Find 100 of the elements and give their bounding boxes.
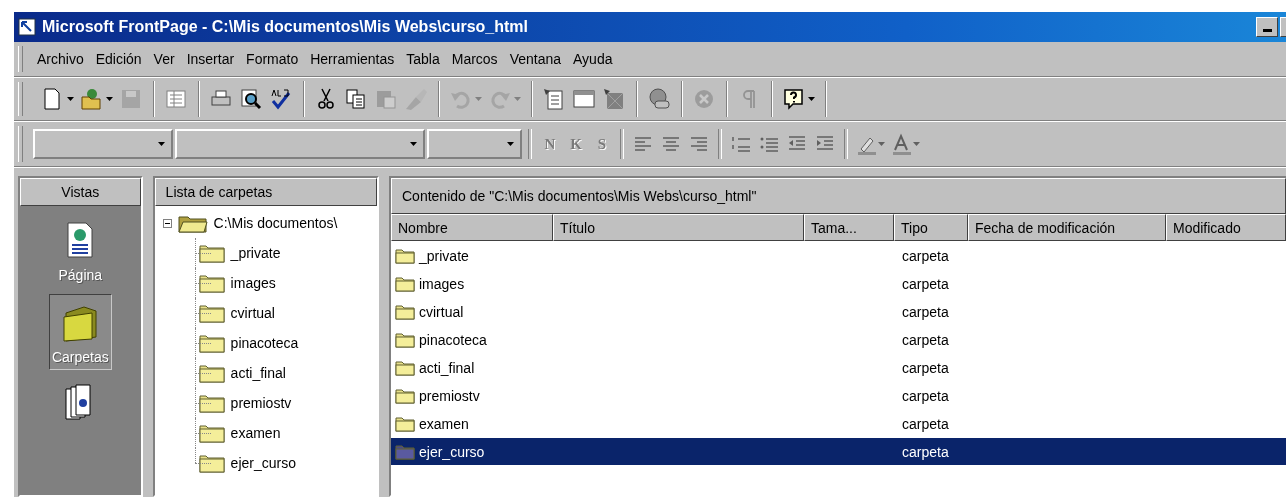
table-row[interactable]: pinacoteca carpeta [391, 326, 1286, 353]
folder-list-icon [164, 87, 188, 111]
menu-item[interactable]: Formato [240, 49, 305, 69]
toolbar-button[interactable] [344, 86, 368, 112]
dropdown-arrow-icon [808, 97, 815, 101]
menu-item[interactable]: Tabla [400, 49, 446, 69]
table-cell-text: carpeta [901, 414, 950, 434]
table-row[interactable]: images carpeta [391, 270, 1286, 297]
window-title: Microsoft FrontPage - C:\Mis documentos\Mis Webs\curso_html [42, 18, 529, 36]
open-folder-icon [80, 87, 104, 111]
folder-icon [395, 415, 415, 432]
font-dropdown[interactable] [175, 129, 425, 159]
image-icon [602, 87, 626, 111]
table-cell: premiostv [419, 387, 480, 404]
folder-icon [395, 247, 415, 264]
toolbar-button[interactable] [269, 86, 293, 112]
table-row[interactable]: acti_final carpeta [391, 354, 1286, 381]
folder-icon [395, 331, 415, 348]
folder-icon [198, 453, 225, 473]
table-row[interactable]: examen carpeta [391, 410, 1286, 437]
help-icon [782, 87, 806, 111]
folder-icon [198, 273, 225, 293]
tree-item[interactable]: premiostv [230, 395, 292, 411]
toolbar-button[interactable] [782, 86, 815, 112]
column-header[interactable]: Modificado [1166, 214, 1286, 241]
menu-item[interactable]: Archivo [31, 49, 90, 69]
table-row[interactable]: _private carpeta [391, 242, 1286, 269]
save-icon [119, 87, 143, 111]
column-header[interactable]: Tama... [804, 214, 894, 241]
style-dropdown[interactable] [33, 129, 173, 159]
column-header[interactable]: Título [553, 214, 804, 241]
menu-item[interactable]: Herramientas [304, 49, 401, 69]
spelling-check-icon [269, 87, 293, 111]
toolbar-button[interactable] [41, 86, 74, 112]
paintbrush-icon [404, 87, 428, 111]
table-cell: _private [419, 247, 469, 264]
tree-item[interactable]: C:\Mis documentos\ [213, 215, 338, 231]
table-cell-text: carpeta [901, 302, 950, 322]
toolbar-button[interactable] [239, 86, 263, 112]
folder-icon [395, 387, 415, 404]
tree-item[interactable]: ejer_curso [230, 455, 296, 471]
dropdown-arrow-icon [67, 97, 74, 101]
menu-item[interactable]: Ventana [503, 49, 567, 69]
folder-icon [198, 243, 225, 263]
table-cell: cvirtual [419, 303, 464, 320]
dropdown-arrow-icon [106, 97, 113, 101]
folder-icon [198, 393, 225, 413]
tree-item[interactable]: cvirtual [230, 305, 275, 321]
table-row[interactable]: cvirtual carpeta [391, 298, 1286, 325]
table-cell-text: carpeta [901, 246, 950, 266]
column-header[interactable]: Tipo [894, 214, 968, 241]
tree-item[interactable]: examen [230, 425, 281, 441]
column-header[interactable]: Fecha de modificación [968, 214, 1166, 241]
view-button[interactable]: Página [52, 212, 109, 288]
menu-item[interactable]: Insertar [180, 49, 241, 69]
table-cell-text: carpeta [901, 386, 950, 406]
pane-header: Contenido de "C:\Mis documentos\Mis Webs\curso_html" [391, 178, 1286, 214]
stop-icon [692, 87, 716, 111]
app-icon [18, 18, 36, 36]
font-size-dropdown[interactable] [427, 129, 522, 159]
tree-item[interactable]: _private [230, 245, 281, 261]
dropdown-arrow-icon [878, 142, 885, 146]
dropdown-arrow-icon [913, 142, 920, 146]
tree-item[interactable]: images [230, 275, 276, 291]
table-cell-text: carpeta [901, 442, 950, 462]
table-cell: images [419, 275, 465, 292]
dropdown-arrow-icon [514, 97, 521, 101]
component-icon [542, 87, 566, 111]
tree-item[interactable]: acti_final [230, 365, 286, 381]
table-cell: acti_final [419, 359, 475, 376]
pane-header: Lista de carpetas [154, 178, 377, 206]
dropdown-arrow-icon [158, 142, 165, 146]
open-folder-icon [177, 213, 208, 233]
folder-icon [395, 303, 415, 320]
table-cell: ejer_curso [419, 443, 485, 460]
folder-icon [198, 423, 225, 443]
font-color-icon [891, 133, 913, 155]
dropdown-arrow-icon [475, 97, 482, 101]
table-row[interactable]: ejer_curso carpeta [391, 438, 1286, 465]
minimize-button[interactable] [1256, 17, 1278, 37]
menu-item[interactable]: Marcos [445, 49, 504, 69]
folder-icon [395, 275, 415, 292]
table-cell-text: carpeta [901, 274, 950, 294]
folder-icon [395, 359, 415, 376]
folder-icon [395, 443, 415, 460]
menu-item[interactable]: Ver [147, 49, 181, 69]
magnifier-icon [239, 87, 263, 111]
folder-icon [198, 333, 225, 353]
tree-item[interactable]: pinacoteca [230, 335, 299, 351]
table-cell-text: carpeta [901, 358, 950, 378]
column-header[interactable]: Nombre [391, 214, 553, 241]
collapse-toggle[interactable] [162, 218, 172, 228]
table-cell: pinacoteca [419, 331, 487, 348]
copy-icon [344, 87, 368, 111]
pane-header: Vistas [20, 178, 141, 206]
table-row[interactable]: premiostv carpeta [391, 382, 1286, 409]
menu-item[interactable]: Edición [89, 49, 148, 69]
menu-item[interactable]: Ayuda [567, 49, 619, 69]
table-cell: examen [419, 415, 469, 432]
dropdown-arrow-icon [410, 142, 417, 146]
